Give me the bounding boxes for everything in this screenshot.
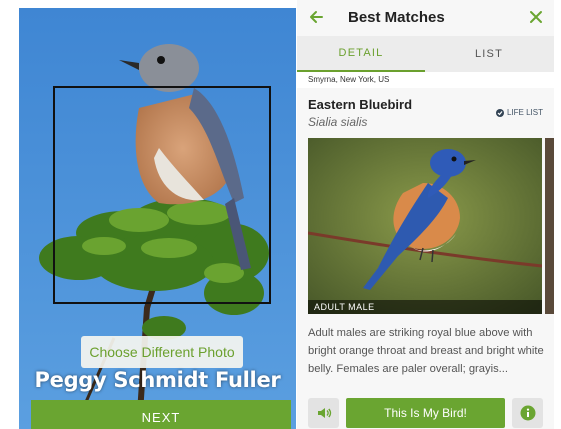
next-button[interactable]: NEXT [31,400,291,429]
info-icon [520,405,535,421]
tab-bar: DETAIL LIST [297,36,554,72]
life-list-toggle[interactable]: LIFE LIST [495,108,543,117]
tab-detail[interactable]: DETAIL [297,36,425,72]
arrow-left-icon[interactable] [308,9,324,25]
sound-button[interactable] [308,398,339,428]
choose-different-photo-button[interactable]: Choose Different Photo [81,336,243,368]
info-button[interactable] [512,398,543,428]
location-label: Smyrna, New York, US [297,72,554,88]
page-title: Best Matches [348,9,445,26]
species-description: Adult males are striking royal blue abov… [308,327,544,375]
photo-caption: ADULT MALE [308,300,542,314]
photo-crop-screen: Choose Different Photo Peggy Schmidt Ful… [19,8,296,429]
life-list-label: LIFE LIST [506,108,543,117]
tab-list[interactable]: LIST [425,36,553,72]
close-icon[interactable] [529,10,543,24]
species-scientific-name: Sialia sialis [308,115,368,129]
crop-frame[interactable] [53,86,271,304]
photographer-credit: Peggy Schmidt Fuller [34,368,281,392]
this-is-my-bird-button[interactable]: This Is My Bird! [346,398,505,428]
next-photo-peek[interactable] [545,138,554,314]
best-matches-screen: Best Matches DETAIL LIST Smyrna, New Yor… [297,0,554,429]
speaker-icon [317,408,331,418]
header-bar: Best Matches [297,0,554,36]
action-bar: This Is My Bird! [297,394,554,429]
species-photo[interactable]: ADULT MALE [308,138,542,314]
species-common-name: Eastern Bluebird [308,97,413,112]
eastern-bluebird-image [308,138,542,314]
check-circle-icon [495,108,504,117]
